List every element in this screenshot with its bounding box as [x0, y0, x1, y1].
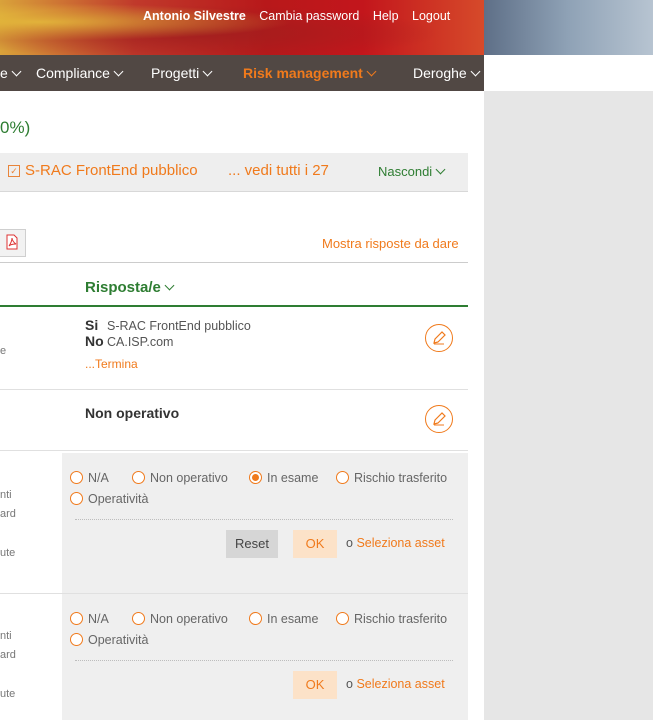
main-nav: e Compliance Progetti Risk management De…	[0, 55, 484, 91]
chevron-down-icon	[202, 66, 213, 77]
radio-selected-icon	[249, 471, 262, 484]
question-label: nti ard ute	[0, 453, 62, 593]
pdf-export-button[interactable]	[0, 229, 26, 257]
header-banner-right	[484, 0, 653, 55]
pencil-icon	[433, 412, 446, 426]
divider	[0, 262, 468, 263]
side-panel	[484, 91, 653, 720]
see-all-link[interactable]: ... vedi tutti i 27	[228, 162, 329, 179]
edit-button[interactable]	[425, 405, 453, 433]
chevron-down-icon	[164, 280, 175, 291]
option-na[interactable]: N/A	[70, 469, 109, 485]
table-row: e Si S-RAC FrontEnd pubblico No CA.ISP.com…	[0, 307, 468, 390]
radio-icon	[70, 471, 83, 484]
select-asset-link[interactable]: Seleziona asset	[356, 536, 444, 550]
radio-icon	[70, 612, 83, 625]
chevron-down-icon	[113, 66, 124, 77]
select-asset-link[interactable]: Seleziona asset	[356, 677, 444, 691]
show-answers-link[interactable]: Mostra risposte da dare	[322, 236, 459, 251]
option-rischio-trasferito[interactable]: Rischio trasferito	[336, 610, 447, 626]
main-content: 0%) ✓ S-RAC FrontEnd pubblico ... vedi t…	[0, 91, 484, 720]
radio-icon	[70, 492, 83, 505]
user-links: Antonio Silvestre Cambia password Help L…	[143, 9, 460, 23]
option-operativita[interactable]: Operatività	[70, 631, 148, 647]
selected-asset-filter[interactable]: S-RAC FrontEnd pubblico	[25, 162, 198, 179]
nav-item-deroghe[interactable]: Deroghe	[413, 65, 481, 81]
answer-area: N/A Non operativo In esame Rischio trasf…	[62, 594, 468, 720]
answer-column-header[interactable]: Risposta/e	[85, 279, 175, 296]
row-left-fragment: e	[0, 345, 7, 357]
dotted-divider	[75, 519, 453, 520]
nav-item-progetti[interactable]: Progetti	[151, 65, 213, 81]
radio-icon	[70, 633, 83, 646]
change-password-link[interactable]: Cambia password	[259, 9, 359, 23]
radio-icon	[336, 471, 349, 484]
chevron-down-icon	[470, 66, 481, 77]
user-name[interactable]: Antonio Silvestre	[143, 9, 246, 23]
logout-link[interactable]: Logout	[412, 9, 450, 23]
checkbox-icon[interactable]: ✓	[8, 165, 20, 177]
option-na[interactable]: N/A	[70, 610, 109, 626]
answer-yes: Si S-RAC FrontEnd pubblico	[85, 317, 251, 333]
option-non-operativo[interactable]: Non operativo	[132, 469, 228, 485]
chevron-down-icon	[435, 164, 446, 175]
pencil-icon	[433, 331, 446, 345]
select-asset: o Seleziona asset	[346, 536, 445, 550]
question-row: nti ard ute N/A Non operativo In esame R…	[0, 594, 468, 720]
option-in-esame[interactable]: In esame	[249, 469, 318, 485]
progress-percent: 0%)	[0, 118, 31, 137]
ok-button[interactable]: OK	[293, 671, 337, 699]
hide-filter-toggle[interactable]: Nascondi	[378, 164, 446, 179]
radio-icon	[249, 612, 262, 625]
reset-button[interactable]: Reset	[226, 530, 278, 558]
option-operativita[interactable]: Operatività	[70, 490, 148, 506]
select-asset: o Seleziona asset	[346, 677, 445, 691]
answer-no: No CA.ISP.com	[85, 333, 174, 349]
chevron-down-icon	[366, 66, 377, 77]
dotted-divider	[75, 660, 453, 661]
radio-icon	[336, 612, 349, 625]
nav-item-compliance[interactable]: Compliance	[36, 65, 124, 81]
nav-item-partial[interactable]: e	[0, 65, 22, 81]
chevron-down-icon	[11, 66, 22, 77]
table-row: Non operativo	[0, 389, 468, 451]
question-row: nti ard ute N/A Non operativo In esame R…	[0, 453, 468, 594]
asset-filter-bar: ✓ S-RAC FrontEnd pubblico ... vedi tutti…	[0, 153, 468, 192]
ok-button[interactable]: OK	[293, 530, 337, 558]
terminate-link[interactable]: ...Termina	[85, 357, 138, 371]
question-label: nti ard ute	[0, 594, 62, 720]
option-non-operativo[interactable]: Non operativo	[132, 610, 228, 626]
radio-icon	[132, 612, 145, 625]
pdf-icon	[6, 234, 18, 250]
option-rischio-trasferito[interactable]: Rischio trasferito	[336, 469, 447, 485]
option-in-esame[interactable]: In esame	[249, 610, 318, 626]
edit-button[interactable]	[425, 324, 453, 352]
help-link[interactable]: Help	[373, 9, 399, 23]
answer-area: N/A Non operativo In esame Rischio trasf…	[62, 453, 468, 593]
nav-item-risk-management[interactable]: Risk management	[243, 65, 377, 81]
answer-value: Non operativo	[85, 405, 180, 421]
radio-icon	[132, 471, 145, 484]
